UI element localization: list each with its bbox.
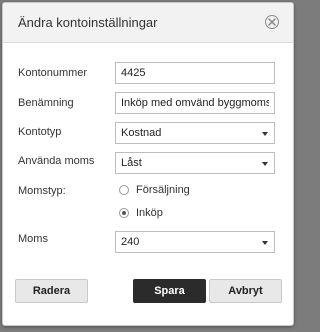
delete-button[interactable]: Radera [15,279,88,303]
vat-select[interactable]: 240 [115,231,275,253]
dialog-header: Ändra kontoinställningar [3,3,293,43]
radio-unchecked-icon[interactable] [119,185,129,195]
vat-type-option-label: Inköp [136,207,163,219]
vat-value: 240 [121,236,140,248]
account-type-select[interactable]: Kostnad [115,122,275,144]
cancel-button[interactable]: Avbryt [209,279,282,303]
account-number-label: Kontonummer [18,67,88,79]
account-type-label: Kontotyp [18,126,62,138]
chevron-down-icon [262,132,268,136]
background-overlay [0,326,298,332]
chevron-down-icon [262,241,268,245]
name-input[interactable] [115,92,275,114]
save-button[interactable]: Spara [133,279,206,303]
close-icon[interactable] [265,15,279,29]
account-number-input[interactable] [115,62,275,84]
account-type-value: Kostnad [121,127,162,139]
chevron-down-icon [262,162,268,166]
use-vat-select[interactable]: Låst [115,152,275,174]
radio-checked-icon[interactable] [119,208,129,218]
dialog-title: Ändra kontoinställningar [18,15,158,30]
vat-type-radio-purchase[interactable]: Inköp [119,207,163,219]
edit-account-dialog: Ändra kontoinställningar Kontonummer Ben… [2,2,294,326]
vat-type-option-label: Försäljning [136,184,190,196]
vat-label: Moms [18,233,48,245]
vat-type-radio-sales[interactable]: Försäljning [119,184,190,196]
use-vat-label: Använda moms [18,155,95,167]
vat-type-label: Momstyp: [18,185,66,197]
name-label: Benämning [18,97,74,109]
use-vat-value: Låst [121,157,142,169]
